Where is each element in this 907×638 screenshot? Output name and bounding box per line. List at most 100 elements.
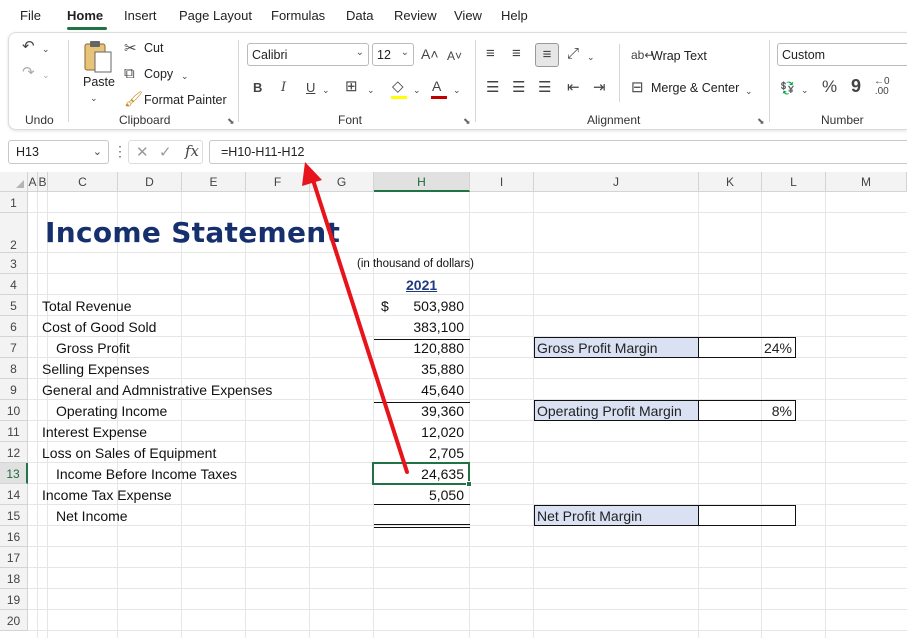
number-format-combo[interactable]: Custom: [777, 43, 907, 66]
decrease-indent-icon[interactable]: ⇤: [567, 79, 580, 97]
column-header-g[interactable]: G: [310, 172, 374, 192]
row-header-3[interactable]: 3: [0, 253, 28, 274]
tab-page-layout[interactable]: Page Layout: [179, 8, 252, 23]
percent-style-button[interactable]: %: [822, 78, 837, 96]
font-name-combo[interactable]: Calibri ⌄: [247, 43, 369, 66]
align-right-icon[interactable]: ☰: [538, 79, 551, 97]
tab-file[interactable]: File: [20, 8, 41, 23]
wrap-text-button[interactable]: Wrap Text: [651, 49, 707, 63]
line-item-value[interactable]: 45,640: [374, 382, 464, 398]
row-header-19[interactable]: 19: [0, 589, 28, 610]
row-header-16[interactable]: 16: [0, 526, 28, 547]
column-header-m[interactable]: M: [826, 172, 907, 192]
tab-view[interactable]: View: [454, 8, 482, 23]
alignment-launcher-icon[interactable]: ⬊: [757, 116, 765, 127]
increase-font-size-icon[interactable]: A˄: [421, 45, 439, 63]
orientation-dropdown-icon[interactable]: ⌄: [587, 48, 595, 66]
redo-icon[interactable]: ↷: [22, 64, 35, 82]
select-all-button[interactable]: [0, 172, 28, 192]
row-header-6[interactable]: 6: [0, 316, 28, 337]
copy-button[interactable]: Copy: [144, 67, 173, 81]
column-header-i[interactable]: I: [470, 172, 534, 192]
cut-button[interactable]: Cut: [144, 41, 163, 55]
name-box[interactable]: H13 ⌄: [8, 140, 109, 164]
paste-dropdown-icon[interactable]: ⌄: [90, 89, 98, 107]
align-top-icon[interactable]: ≡: [486, 45, 495, 63]
ratio-value[interactable]: 24%: [699, 337, 796, 358]
row-header-15[interactable]: 15: [0, 505, 28, 526]
column-header-c[interactable]: C: [48, 172, 118, 192]
tab-review[interactable]: Review: [394, 8, 437, 23]
tab-insert[interactable]: Insert: [124, 8, 157, 23]
accounting-dropdown-icon[interactable]: ⌄: [801, 81, 809, 99]
row-header-10[interactable]: 10: [0, 400, 28, 421]
align-bottom-icon[interactable]: ≡: [535, 43, 559, 67]
tab-formulas[interactable]: Formulas: [271, 8, 325, 23]
bold-button[interactable]: B: [253, 79, 262, 97]
borders-dropdown-icon[interactable]: ⌄: [367, 81, 375, 99]
column-header-f[interactable]: F: [246, 172, 310, 192]
enter-icon[interactable]: ✓: [159, 143, 172, 161]
format-painter-button[interactable]: Format Painter: [144, 93, 227, 107]
column-header-k[interactable]: K: [699, 172, 762, 192]
column-header-h[interactable]: H: [374, 172, 470, 192]
row-header-17[interactable]: 17: [0, 547, 28, 568]
underline-dropdown-icon[interactable]: ⌄: [322, 81, 330, 99]
column-header-e[interactable]: E: [182, 172, 246, 192]
row-header-14[interactable]: 14: [0, 484, 28, 505]
formula-input[interactable]: =H10-H11-H12: [209, 140, 907, 164]
font-launcher-icon[interactable]: ⬊: [463, 116, 471, 127]
row-header-12[interactable]: 12: [0, 442, 28, 463]
tab-home[interactable]: Home: [67, 8, 103, 23]
font-color-icon[interactable]: A: [432, 77, 441, 95]
row-header-13[interactable]: 13: [0, 463, 28, 484]
font-color-dropdown-icon[interactable]: ⌄: [453, 81, 461, 99]
ratio-value[interactable]: [699, 505, 796, 526]
italic-button[interactable]: I: [281, 79, 286, 97]
fill-color-icon[interactable]: ◇: [392, 78, 404, 96]
line-item-value[interactable]: 2,705: [374, 445, 464, 461]
align-left-icon[interactable]: ☰: [486, 79, 499, 97]
accounting-format-icon[interactable]: 💱: [780, 79, 795, 97]
insert-function-icon[interactable]: fx: [185, 142, 199, 160]
tab-data[interactable]: Data: [346, 8, 373, 23]
row-header-1[interactable]: 1: [0, 192, 28, 213]
clipboard-launcher-icon[interactable]: ⬊: [227, 116, 235, 127]
row-header-9[interactable]: 9: [0, 379, 28, 400]
merge-dropdown-icon[interactable]: ⌄: [745, 82, 753, 100]
paste-button[interactable]: Paste: [83, 75, 115, 89]
font-size-combo[interactable]: 12 ⌄: [372, 43, 414, 66]
align-center-icon[interactable]: ☰: [512, 79, 525, 97]
more-options-icon[interactable]: ⋮: [113, 143, 127, 160]
row-header-11[interactable]: 11: [0, 421, 28, 442]
line-item-value[interactable]: 120,880: [374, 340, 464, 356]
borders-icon[interactable]: ⊞: [345, 78, 358, 96]
undo-dropdown-icon[interactable]: ⌄: [42, 40, 50, 58]
comma-style-button[interactable]: 9: [851, 77, 861, 95]
column-header-d[interactable]: D: [118, 172, 182, 192]
line-item-value[interactable]: 12,020: [374, 424, 464, 440]
merge-center-icon[interactable]: ⊟: [631, 79, 644, 97]
fill-color-dropdown-icon[interactable]: ⌄: [413, 81, 421, 99]
increase-indent-icon[interactable]: ⇥: [593, 79, 606, 97]
column-header-l[interactable]: L: [762, 172, 826, 192]
ratio-value[interactable]: 8%: [699, 400, 796, 421]
copy-dropdown-icon[interactable]: ⌄: [181, 67, 189, 85]
column-header-b[interactable]: B: [38, 172, 48, 192]
underline-button[interactable]: U: [306, 79, 315, 97]
increase-decimal-icon[interactable]: ←0.00: [874, 77, 890, 97]
fill-handle[interactable]: [466, 481, 472, 487]
column-header-a[interactable]: A: [28, 172, 38, 192]
orientation-icon[interactable]: ⤢: [567, 45, 579, 63]
decrease-font-size-icon[interactable]: A˅: [447, 47, 462, 65]
row-header-7[interactable]: 7: [0, 337, 28, 358]
cancel-icon[interactable]: ✕: [136, 143, 149, 161]
row-header-2[interactable]: 2: [0, 213, 28, 253]
copy-icon[interactable]: ⧉: [124, 65, 135, 83]
row-header-5[interactable]: 5: [0, 295, 28, 316]
row-header-18[interactable]: 18: [0, 568, 28, 589]
line-item-value[interactable]: 39,360: [374, 403, 464, 419]
cut-icon[interactable]: ✂: [124, 40, 137, 58]
paste-icon[interactable]: [82, 38, 114, 74]
row-header-20[interactable]: 20: [0, 610, 28, 631]
